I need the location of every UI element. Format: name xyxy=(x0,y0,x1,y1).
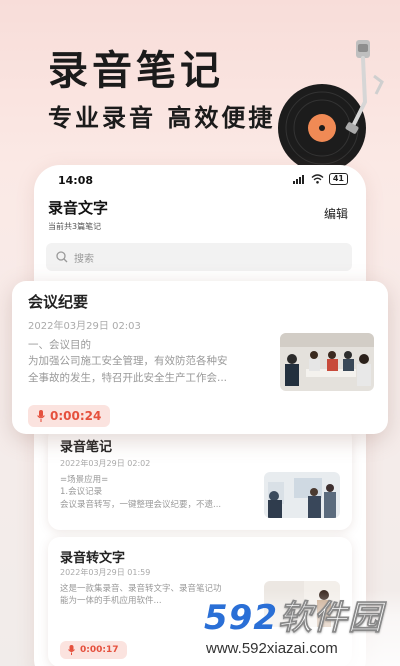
note-thumbnail xyxy=(264,472,340,518)
note-title: 录音笔记 xyxy=(60,440,113,455)
microphone-icon xyxy=(68,645,75,655)
hero-title: 录音笔记 xyxy=(48,48,224,94)
note-preview: =场景应用= 1.会议记录 会议录音转写，一键整理会议纪要，不遗... xyxy=(60,475,222,510)
note-card-featured[interactable]: 会议纪要 2022年03月29日 02:03 一、会议目的 为加强公司施工安全管… xyxy=(12,281,388,434)
signal-icon xyxy=(292,174,304,184)
status-icons: 41 xyxy=(292,173,348,185)
note-thumbnail xyxy=(280,333,374,391)
note-card[interactable]: 录音笔记 2022年03月29日 02:02 =场景应用= 1.会议记录 会议录… xyxy=(48,426,352,530)
search-input[interactable]: 搜索 xyxy=(46,243,352,271)
status-time: 14:08 xyxy=(58,174,94,187)
battery-indicator: 41 xyxy=(328,173,348,185)
note-preview: 一、会议目的 为加强公司施工安全管理，有效防范各种安 全事故的发生，特召开此安全… xyxy=(28,339,228,384)
duration-badge[interactable]: 0:00:17 xyxy=(60,641,127,659)
duration-badge[interactable]: 0:00:24 xyxy=(28,405,111,427)
microphone-icon xyxy=(37,410,45,422)
note-date: 2022年03月29日 02:02 xyxy=(60,459,151,468)
note-count: 当前共3篇笔记 xyxy=(48,222,102,231)
watermark-url: www.592xiazai.com xyxy=(206,640,338,657)
note-date: 2022年03月29日 01:59 xyxy=(60,568,151,577)
note-title: 录音转文字 xyxy=(60,551,126,566)
note-date: 2022年03月29日 02:03 xyxy=(28,321,141,332)
edit-button[interactable]: 编辑 xyxy=(324,205,348,222)
note-title: 会议纪要 xyxy=(28,293,89,311)
search-placeholder: 搜索 xyxy=(74,253,94,265)
wifi-icon xyxy=(311,174,324,184)
site-watermark: 592软件园 www.592xiazai.com xyxy=(196,590,400,666)
vinyl-record-icon xyxy=(278,40,384,172)
search-icon xyxy=(56,251,68,263)
app-title: 录音文字 xyxy=(48,199,109,217)
hero-subtitle: 专业录音 高效便捷 xyxy=(48,104,276,132)
watermark-logo: 592软件园 xyxy=(204,598,383,639)
